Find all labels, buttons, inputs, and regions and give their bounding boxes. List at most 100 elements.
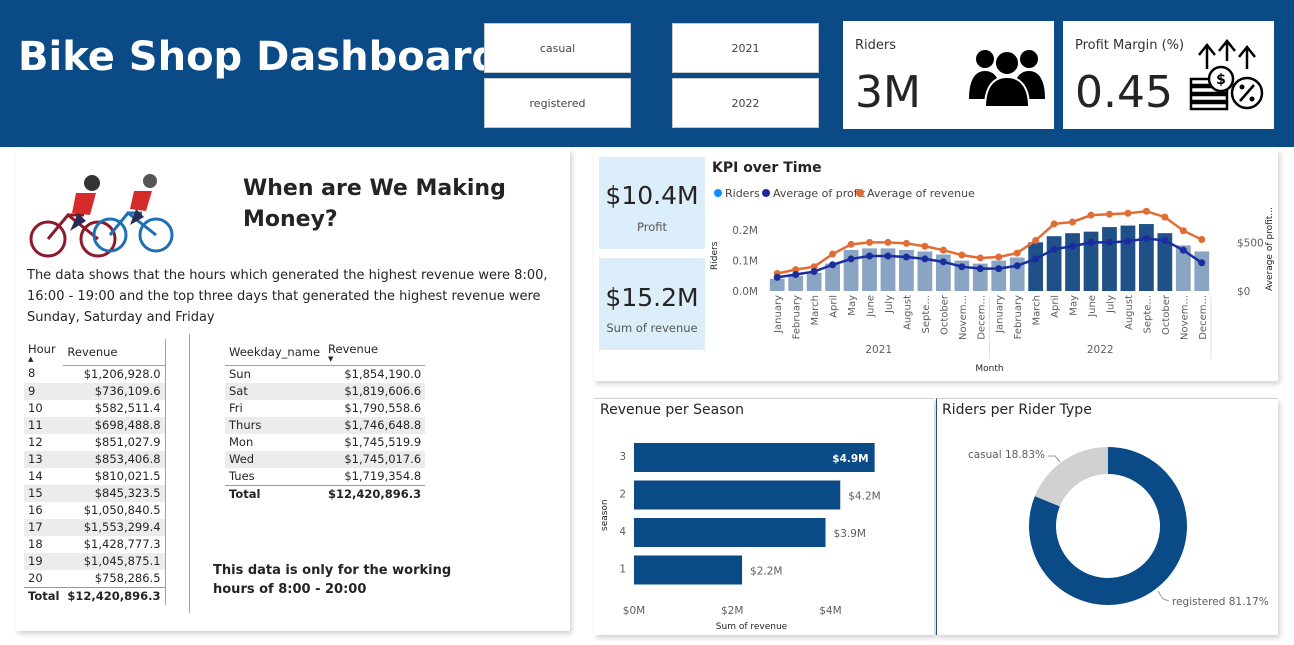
hour-row[interactable]: 12 $851,027.9 [24,433,166,451]
hour-cell: 11 [24,416,64,434]
riders-per-type-panel: Riders per Rider Type registered 81.17% ca… [936,398,1278,635]
weekday-cell: Wed [225,451,325,468]
hour-row[interactable]: 15 $845,323.5 [24,484,166,502]
x-tick-label: April [829,295,840,318]
revenue-cell: $1,050,840.5 [63,501,166,519]
hour-revenue-table: Hour ▲ Revenue 8 $1,206,928.0 9 $736,109.6 10… [24,339,166,605]
season-x-tick: $0M [623,605,645,617]
revenue-line [776,210,1203,275]
hour-cell: 15 [24,484,64,502]
hour-cell: 19 [24,552,64,570]
rider-bar [806,272,822,291]
weekday-row[interactable]: Thurs $1,746,648.8 [225,417,426,434]
season-x-tick: $2M [721,605,743,617]
hour-row[interactable]: 11 $698,488.8 [24,416,166,434]
hour-column-header[interactable]: Hour ▲ [24,339,63,365]
rider-bar [1120,225,1136,291]
hour-row[interactable]: 10 $582,511.4 [24,399,166,417]
profit-point [810,268,818,276]
weekday-cell: Fri [229,401,243,415]
profit-point [1087,238,1095,246]
slicer-casual[interactable]: casual [484,23,631,73]
year-group-label: 2021 [865,344,892,356]
x-tick-label: May [1069,295,1080,316]
weekday-row[interactable]: Mon $1,745,519.9 [225,434,425,451]
rider-bar [1102,227,1117,291]
revenue-cell: $853,406.8 [63,450,166,468]
revenue-column-header[interactable]: Revenue [63,339,166,366]
weekday-row[interactable]: Tues $1,719,354.8 [225,468,425,486]
weekday-column-header[interactable]: Weekday_name [225,339,325,366]
weekday-revenue-column-header[interactable]: Revenue ▼ [324,339,426,366]
rider-bar [1028,242,1044,291]
hour-cell: 20 [28,570,43,585]
svg-text:$: $ [1216,72,1226,88]
hour-row[interactable]: 9 $736,109.6 [24,382,166,400]
y2-axis-label: Average of profit... [1265,207,1275,291]
x-tick-label: August [902,295,913,330]
hour-cell: 9 [24,382,64,400]
profit-card-value: $10.4M [605,181,699,210]
page-title: Bike Shop Dashboard [18,34,501,80]
revenue-point [1161,213,1169,221]
revenue-point [1105,210,1113,218]
season-data-label: $4.2M [848,491,880,503]
revenue-cell: $1,045,875.1 [63,552,166,570]
kpi-chart-title: KPI over Time [712,160,822,176]
revenue-point [902,239,910,247]
revenue-cell: $810,021.5 [63,467,166,485]
profit-point [995,265,1003,273]
slicer-2022[interactable]: 2022 [672,78,819,128]
season-chart-title: Revenue per Season [600,402,744,418]
people-group-icon [969,50,1045,108]
x-tick-label: August [1124,295,1135,330]
revenue-point [847,240,855,248]
hour-row[interactable]: 20 $758,286.5 [24,569,166,587]
season-x-tick: $4M [819,605,841,617]
profit-point [866,252,874,260]
slicer-2021[interactable]: 2021 [672,23,819,73]
hour-row[interactable]: 18 $1,428,777.3 [24,535,166,553]
hour-row[interactable]: 19 $1,045,875.1 [24,552,166,570]
hour-cell: 17 [24,518,64,536]
profit-point [921,255,929,263]
revenue-card: $15.2M Sum of revenue [599,258,705,350]
hour-row[interactable]: 17 $1,553,299.4 [24,518,166,536]
revenue-point [1198,235,1206,243]
profit-margin-label: Profit Margin (%) [1075,38,1185,53]
rider-bar [1194,251,1210,291]
hour-row[interactable]: 14 $810,021.5 [24,467,166,485]
hour-row[interactable]: 13 $853,406.8 [24,450,166,468]
revenue-cell: $851,027.9 [63,433,166,451]
x-tick-label: June [866,295,877,318]
money-panel: When are We Making Money? The data shows… [16,149,570,631]
x-tick-label: Decem... [976,295,987,340]
profit-point [958,263,966,271]
profit-point [1032,255,1040,263]
legend-label: Average of profit [773,187,866,200]
weekday-row[interactable]: Fri $1,790,558.6 [225,400,425,417]
profit-point [939,258,947,266]
revenue-cell: $1,206,928.0 [63,365,166,383]
weekday-row[interactable]: Sat $1,819,606.6 [225,383,426,400]
weekday-row[interactable]: Sun $1,854,190.0 [225,366,425,384]
hour-row[interactable]: 16 $1,050,840.5 [24,501,166,519]
weekday-row[interactable]: Wed $1,745,017.6 [225,451,426,468]
x-tick-label: March [810,295,821,325]
hour-row[interactable]: 8 $1,206,928.0 [24,365,166,383]
season-tick-label: 1 [619,564,626,576]
y-tick-label: 0.0M [732,286,758,298]
x-tick-label: Septe... [1142,295,1153,333]
hour-cell: 10 [28,400,43,415]
weekday-total-row: Total $12,420,896.3 [225,485,426,503]
total-value: $12,420,896.3 [63,586,166,605]
profit-point [1105,238,1113,246]
y2-tick-label: $500 [1237,237,1264,249]
donut-chart-title: Riders per Rider Type [942,402,1092,418]
revenue-cell: $1,819,606.6 [324,383,426,400]
hour-total-row: Total $12,420,896.3 [24,586,166,605]
profit-point [829,261,837,269]
revenue-cell: $1,790,558.6 [344,401,422,415]
x-tick-label: Novem... [1179,295,1190,340]
slicer-registered[interactable]: registered [484,78,631,128]
